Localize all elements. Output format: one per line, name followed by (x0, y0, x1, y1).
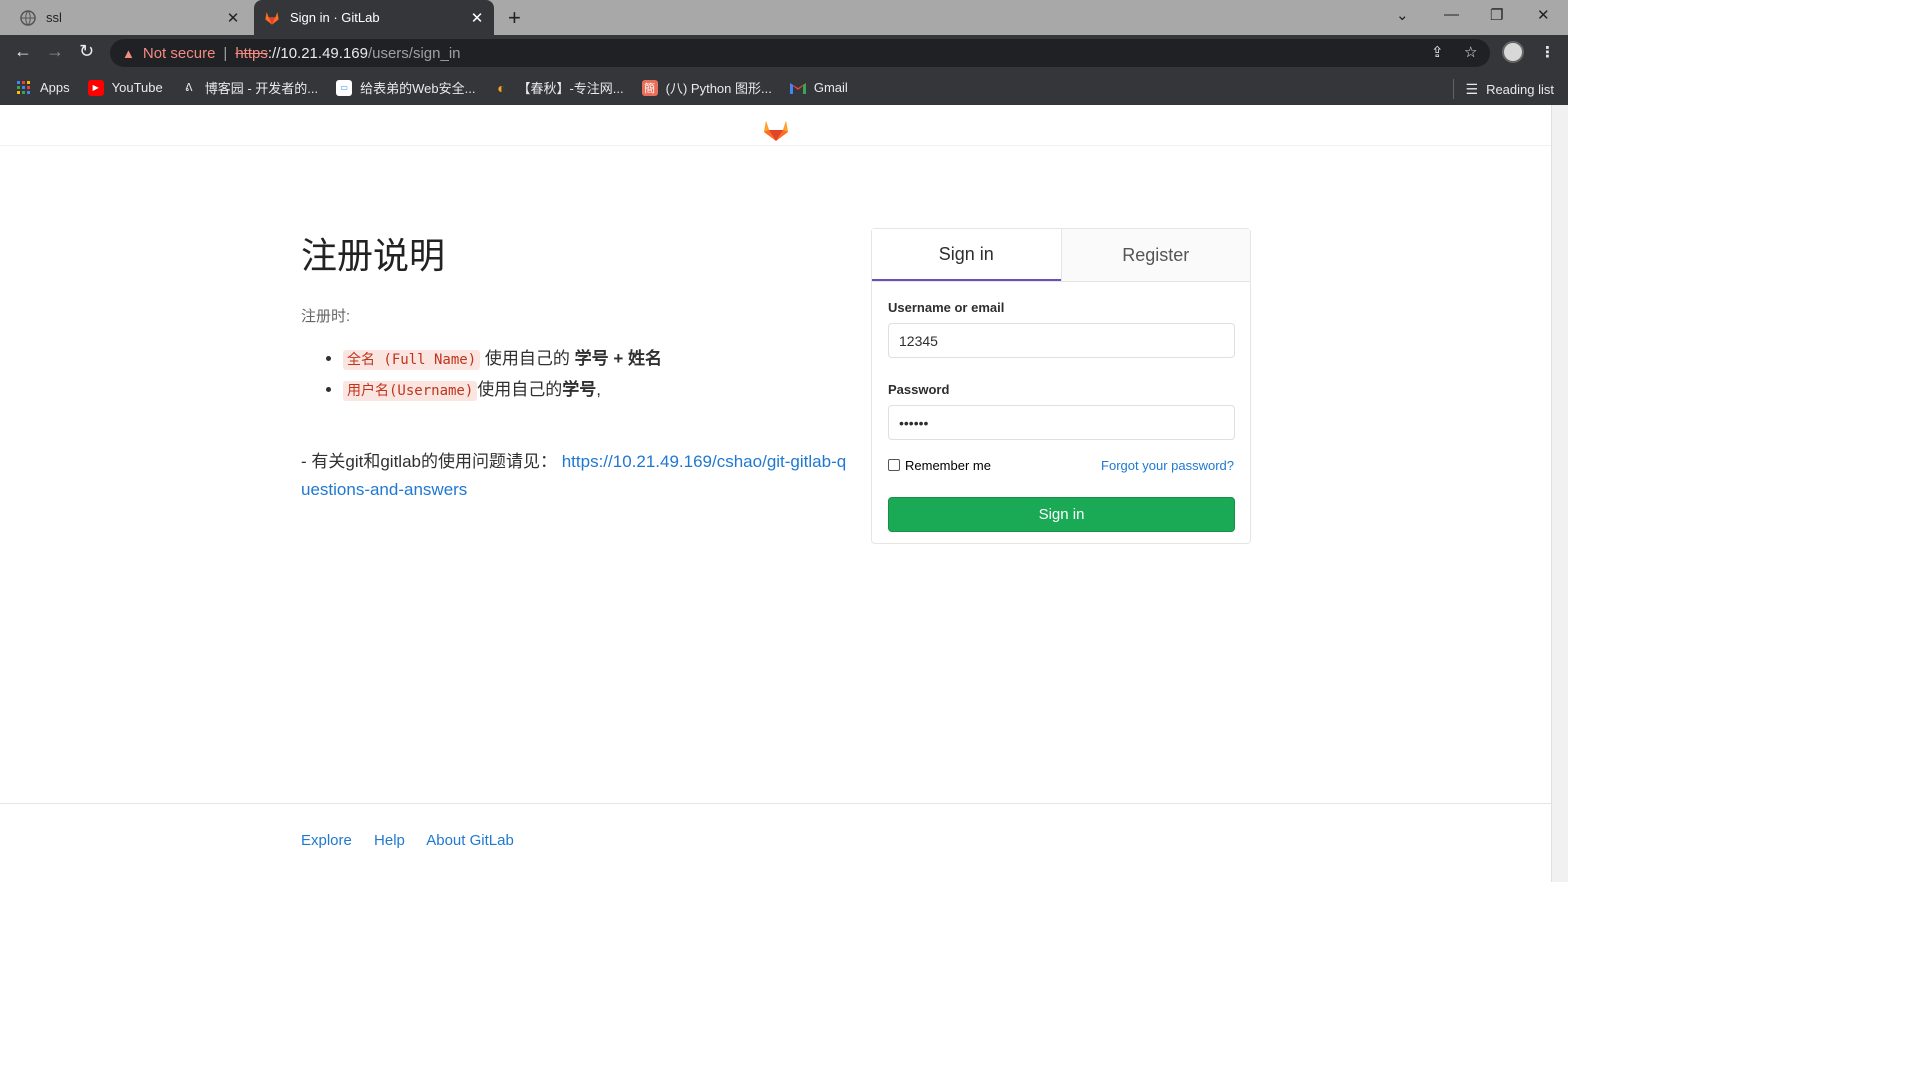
bookmark-gmail[interactable]: Gmail (789, 80, 848, 96)
code-snippet: 全名 (Full Name) (343, 350, 481, 370)
bookmark-label: (八) Python 图形... (665, 81, 772, 96)
profile-avatar[interactable] (1502, 41, 1524, 63)
item-bold: 学号 + 姓名 (574, 349, 662, 368)
address-bar[interactable]: ▲ Not secure | https ://10.21.49.169 /us… (110, 39, 1490, 67)
bookmark-label: Apps (40, 80, 70, 95)
menu-icon[interactable]: ⋮ (1540, 43, 1555, 61)
cnblogs-icon: ᕕ (184, 82, 193, 94)
page-content: 注册说明 注册时: 全名 (Full Name) 使用自己的 学号 + 姓名 用… (0, 105, 1551, 882)
forgot-password-link[interactable]: Forgot your password? (1101, 458, 1234, 473)
footer-link-help[interactable]: Help (374, 832, 405, 849)
new-tab-icon[interactable]: + (508, 5, 521, 31)
share-icon[interactable]: ⇪ (1431, 43, 1444, 61)
divider: | (223, 44, 228, 62)
reading-list-button[interactable]: ☰ Reading list (1452, 79, 1554, 99)
jianshu-icon: 簡 (641, 79, 658, 96)
username-label: Username or email (888, 300, 1005, 315)
security-status[interactable]: Not secure (143, 45, 216, 62)
reading-list-label: Reading list (1486, 81, 1554, 97)
minimize-icon[interactable]: — (1444, 6, 1459, 23)
tab-register[interactable]: Register (1060, 229, 1250, 281)
bookmarks-bar: Apps ▶ YouTube ᕕ 博客园 - 开发者的... ▭ 给表弟的Web… (0, 70, 1568, 105)
remember-label: Remember me (905, 458, 991, 473)
login-tabs: Sign in Register (872, 229, 1250, 282)
divider (1452, 79, 1454, 99)
rules-list: 全名 (Full Name) 使用自己的 学号 + 姓名 用户名(Usernam… (343, 344, 851, 401)
restore-icon[interactable]: ❐ (1490, 6, 1503, 24)
login-panel: Sign in Register Username or email 12345… (871, 228, 1251, 544)
browser-tab-strip: ssl ✕ Sign in · GitLab ✕ + ⌄ — ❐ ✕ (0, 0, 1568, 35)
close-tab-icon[interactable]: ✕ (468, 9, 486, 27)
sign-in-button[interactable]: Sign in (888, 497, 1235, 532)
close-tab-icon[interactable]: ✕ (224, 9, 242, 27)
bookmark-label: 【春秋】-专注网... (517, 81, 624, 96)
reload-icon[interactable]: ↻ (79, 41, 94, 62)
bookmark-apps[interactable]: Apps (16, 80, 70, 96)
browser-tab-ssl[interactable]: ssl ✕ (8, 0, 250, 35)
url-scheme: https (235, 44, 268, 62)
gitlab-header (0, 105, 1551, 146)
list-item: 用户名(Username)使用自己的学号, (343, 375, 851, 401)
apps-icon (16, 80, 32, 96)
help-prefix: - 有关git和gitlab的使用问题请见： (301, 452, 557, 471)
ichunqiu-icon: ◐ (497, 79, 506, 96)
bookmark-cnblogs[interactable]: ᕕ 博客园 - 开发者的... (181, 78, 318, 97)
item-suffix: , (596, 380, 602, 399)
reading-list-icon: ☰ (1465, 80, 1479, 97)
warning-icon: ▲ (122, 45, 135, 61)
tab-title: Sign in · GitLab (290, 10, 380, 25)
footer-link-about[interactable]: About GitLab (426, 832, 514, 849)
bookmark-label: 给表弟的Web安全... (360, 81, 476, 96)
tab-sign-in[interactable]: Sign in (872, 229, 1061, 281)
footer-links: Explore Help About GitLab (301, 832, 532, 849)
tab-search-icon[interactable]: ⌄ (1396, 6, 1409, 24)
youtube-icon: ▶ (87, 79, 104, 96)
back-icon[interactable]: ← (14, 41, 32, 62)
url-path: /users/sign_in (367, 44, 461, 62)
bookmark-label: 博客园 - 开发者的... (204, 81, 319, 96)
bookmark-label: YouTube (111, 80, 163, 95)
code-snippet: 用户名(Username) (343, 381, 478, 401)
gitlab-logo-icon[interactable] (763, 117, 789, 146)
help-line: - 有关git和gitlab的使用问题请见： https://10.21.49.… (301, 448, 851, 504)
item-bold: 学号 (562, 380, 597, 399)
browser-toolbar: ← → ↻ ▲ Not secure | https ://10.21.49.1… (0, 35, 1568, 70)
footer: Explore Help About GitLab (0, 803, 1551, 882)
globe-icon (20, 9, 36, 26)
url-host: ://10.21.49.169 (267, 44, 368, 62)
forward-icon[interactable]: → (46, 41, 64, 62)
page-icon: ▭ (336, 79, 353, 96)
list-item: 全名 (Full Name) 使用自己的 学号 + 姓名 (343, 344, 851, 370)
password-label: Password (888, 382, 950, 397)
page-title: 注册说明 (301, 235, 446, 276)
bookmark-ichunqiu[interactable]: ◐ 【春秋】-专注网... (493, 78, 623, 97)
item-text: 使用自己的 (480, 349, 575, 368)
bookmark-web-security[interactable]: ▭ 给表弟的Web安全... (336, 78, 475, 97)
username-field[interactable]: 12345 (888, 323, 1235, 358)
remember-row: Remember me Forgot your password? (888, 458, 1234, 473)
login-form: Username or email 12345 Password •••••• … (872, 282, 1250, 550)
footer-link-explore[interactable]: Explore (301, 832, 352, 849)
remember-me[interactable]: Remember me (888, 458, 991, 473)
tab-title: ssl (46, 10, 62, 25)
remember-checkbox[interactable] (888, 459, 900, 471)
gitlab-icon (264, 10, 280, 26)
registration-info: 注册说明 注册时: 全名 (Full Name) 使用自己的 学号 + 姓名 用… (301, 227, 851, 504)
page-scrollbar[interactable] (1551, 105, 1568, 882)
item-text: 使用自己的 (477, 380, 563, 399)
star-icon[interactable]: ☆ (1464, 43, 1477, 61)
browser-tab-gitlab[interactable]: Sign in · GitLab ✕ (254, 0, 494, 35)
gmail-icon (789, 80, 806, 96)
bookmark-youtube[interactable]: ▶ YouTube (87, 79, 163, 96)
password-field[interactable]: •••••• (888, 405, 1235, 440)
bookmark-label: Gmail (813, 80, 848, 95)
info-subtitle: 注册时: (301, 308, 351, 325)
bookmark-python[interactable]: 簡 (八) Python 图形... (641, 78, 772, 97)
close-window-icon[interactable]: ✕ (1537, 6, 1550, 24)
